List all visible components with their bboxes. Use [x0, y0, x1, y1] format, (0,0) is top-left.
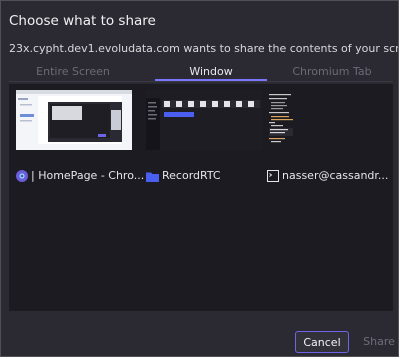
source-item-terminal[interactable]: nasser@cassandr...: [267, 90, 388, 182]
cancel-button[interactable]: Cancel: [295, 331, 349, 353]
dialog-subtitle: 23x.cypht.dev1.evoludata.com wants to sh…: [9, 42, 399, 55]
share-dialog: Choose what to share 23x.cypht.dev1.evol…: [0, 0, 399, 357]
dialog-title: Choose what to share: [9, 13, 156, 29]
source-label: | HomePage - Chro...: [16, 169, 144, 183]
window-thumbnail: [146, 90, 262, 150]
source-label-text: | HomePage - Chro...: [31, 169, 145, 182]
window-thumbnail: [16, 90, 132, 150]
source-tabs: Entire Screen Window Chromium Tab: [9, 63, 393, 82]
source-label: nasser@cassandr...: [267, 169, 388, 183]
window-thumbnail: [267, 90, 383, 150]
tab-entire-screen[interactable]: Entire Screen: [9, 63, 137, 81]
tab-window[interactable]: Window: [155, 63, 267, 81]
source-list: | HomePage - Chro... RecordRTC nasser@ca…: [9, 84, 393, 311]
folder-icon: [146, 172, 159, 182]
terminal-icon: [267, 170, 279, 182]
source-item-homepage[interactable]: | HomePage - Chro...: [16, 90, 144, 182]
source-label: RecordRTC: [146, 169, 221, 183]
share-button[interactable]: Share: [359, 331, 398, 353]
chromium-icon: [16, 170, 28, 182]
tab-chromium-tab[interactable]: Chromium Tab: [271, 63, 393, 81]
source-item-recordrtc[interactable]: RecordRTC: [146, 90, 262, 182]
source-label-text: RecordRTC: [162, 169, 221, 182]
source-label-text: nasser@cassandr...: [282, 169, 389, 182]
